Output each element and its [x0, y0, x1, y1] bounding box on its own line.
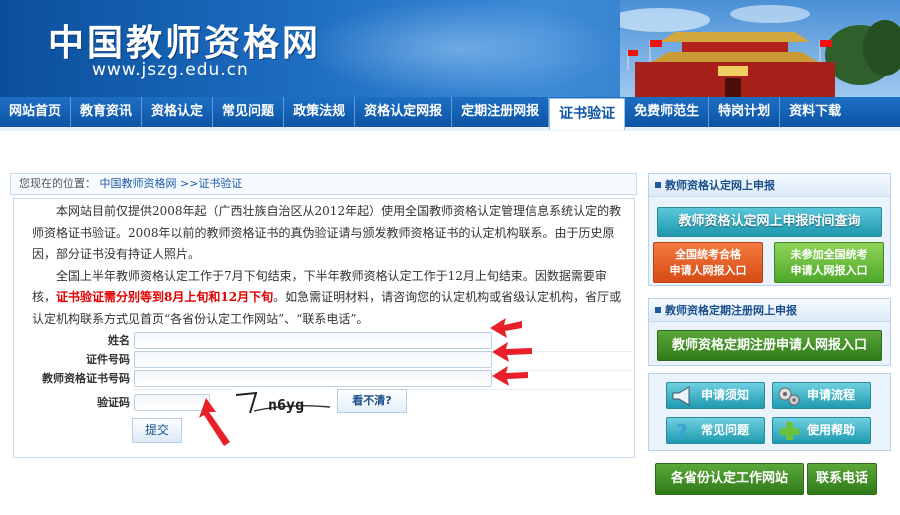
- nav-downloads[interactable]: 资料下载: [780, 97, 850, 127]
- contact-phone-button[interactable]: 联系电话: [807, 463, 877, 495]
- apply-time-query-button[interactable]: 教师资格认定网上申报时间查询: [657, 207, 882, 237]
- intro-paragraph-2: 全国上半年教师资格认定工作于7月下旬结束，下半年教师资格认定工作于12月上旬结束…: [32, 266, 624, 331]
- nav-registration-apply[interactable]: 定期注册网报: [452, 97, 550, 127]
- captcha-input[interactable]: [134, 394, 210, 411]
- breadcrumb-current[interactable]: 证书验证: [198, 177, 242, 190]
- intro-paragraph-1: 本网站目前仅提供2008年起（广西壮族自治区从2012年起）使用全国教师资格认定…: [32, 204, 622, 261]
- register-section: 教师资格定期注册网上申报 教师资格定期注册申请人网报入口: [648, 298, 891, 366]
- faq-button[interactable]: ? 常见问题: [666, 417, 765, 444]
- banner-glow: [300, 0, 620, 97]
- site-url: www.jszg.edu.cn: [92, 60, 249, 80]
- site-title: 中国教师资格网: [48, 22, 322, 64]
- help-section: 申请须知 申请流程 ? 常见问题 使用帮助: [648, 373, 891, 451]
- breadcrumb: 您现在的位置： 中国教师资格网 >>证书验证: [10, 173, 637, 195]
- captcha-code: n6yg: [268, 396, 304, 414]
- plus-cross-icon: [780, 422, 799, 440]
- apply-section-title: 教师资格认定网上申报: [649, 174, 890, 197]
- refresh-captcha-button[interactable]: 看不清?: [337, 389, 407, 413]
- apply-process-label: 申请流程: [807, 388, 856, 402]
- apply-notice-button[interactable]: 申请须知: [666, 382, 765, 409]
- exam-passed-line2: 申请人网报入口: [669, 264, 747, 277]
- gears-icon: [778, 387, 800, 406]
- breadcrumb-separator: >>: [180, 177, 199, 190]
- name-label: 姓名: [108, 334, 130, 347]
- exam-passed-line1: 全国统考合格: [675, 248, 741, 261]
- nav-special-post[interactable]: 特岗计划: [709, 97, 781, 127]
- bottom-links: 各省份认定工作网站 联系电话: [648, 459, 891, 499]
- province-sites-button[interactable]: 各省份认定工作网站: [655, 463, 804, 495]
- main-nav: 网站首页 教育资讯 资格认定 常见问题 政策法规 资格认定网报 定期注册网报 证…: [0, 97, 900, 131]
- id-label: 证件号码: [86, 353, 130, 366]
- nav-qualification[interactable]: 资格认定: [142, 97, 214, 127]
- nav-home[interactable]: 网站首页: [0, 97, 72, 127]
- id-number-input[interactable]: [134, 351, 492, 368]
- breadcrumb-home-link[interactable]: 中国教师资格网: [100, 177, 177, 190]
- non-exam-apply-button[interactable]: 未参加全国统考 申请人网报入口: [774, 242, 884, 283]
- id-row: 证件号码: [14, 350, 636, 371]
- verify-panel: 本网站目前仅提供2008年起（广西壮族自治区从2012年起）使用全国教师资格认定…: [13, 198, 635, 458]
- cert-label: 教师资格证书号码: [42, 372, 130, 385]
- non-exam-line2: 申请人网报入口: [790, 264, 868, 277]
- tiananmen-gate-image: [620, 0, 900, 97]
- usage-help-label: 使用帮助: [807, 423, 856, 437]
- svg-text:?: ?: [676, 420, 688, 442]
- cert-row: 教师资格证书号码: [14, 369, 636, 390]
- intro-text: 本网站目前仅提供2008年起（广西壮族自治区从2012年起）使用全国教师资格认定…: [32, 201, 624, 330]
- faq-label: 常见问题: [701, 423, 750, 437]
- name-input[interactable]: [134, 332, 492, 349]
- nav-faq[interactable]: 常见问题: [213, 97, 285, 127]
- nav-news[interactable]: 教育资讯: [71, 97, 143, 127]
- intro-p2-highlight: 证书验证需分别等到8月上旬和12月下旬: [56, 290, 274, 304]
- submit-button[interactable]: 提交: [132, 418, 182, 443]
- apply-section: 教师资格认定网上申报 教师资格认定网上申报时间查询 全国统考合格 申请人网报入口…: [648, 173, 891, 286]
- breadcrumb-prefix: 您现在的位置：: [19, 177, 96, 190]
- register-section-title: 教师资格定期注册网上申报: [649, 299, 890, 322]
- name-row: 姓名: [14, 331, 636, 352]
- question-mark-icon: ?: [676, 420, 688, 442]
- header-banner: 中国教师资格网 www.jszg.edu.cn: [0, 0, 900, 97]
- megaphone-icon: [672, 386, 690, 406]
- usage-help-button[interactable]: 使用帮助: [772, 417, 871, 444]
- nav-policy[interactable]: 政策法规: [284, 97, 356, 127]
- apply-notice-label: 申请须知: [701, 388, 750, 402]
- exam-passed-apply-button[interactable]: 全国统考合格 申请人网报入口: [653, 242, 763, 283]
- nav-certificate-verify[interactable]: 证书验证: [549, 98, 626, 130]
- nav-qualification-apply[interactable]: 资格认定网报: [355, 97, 453, 127]
- apply-process-button[interactable]: 申请流程: [772, 382, 871, 409]
- captcha-image[interactable]: n6yg: [234, 389, 334, 417]
- registration-entry-button[interactable]: 教师资格定期注册申请人网报入口: [657, 330, 882, 361]
- certificate-number-input[interactable]: [134, 370, 492, 387]
- non-exam-line1: 未参加全国统考: [790, 248, 868, 261]
- nav-free-normal-students[interactable]: 免费师范生: [625, 97, 710, 127]
- captcha-label: 验证码: [97, 396, 130, 409]
